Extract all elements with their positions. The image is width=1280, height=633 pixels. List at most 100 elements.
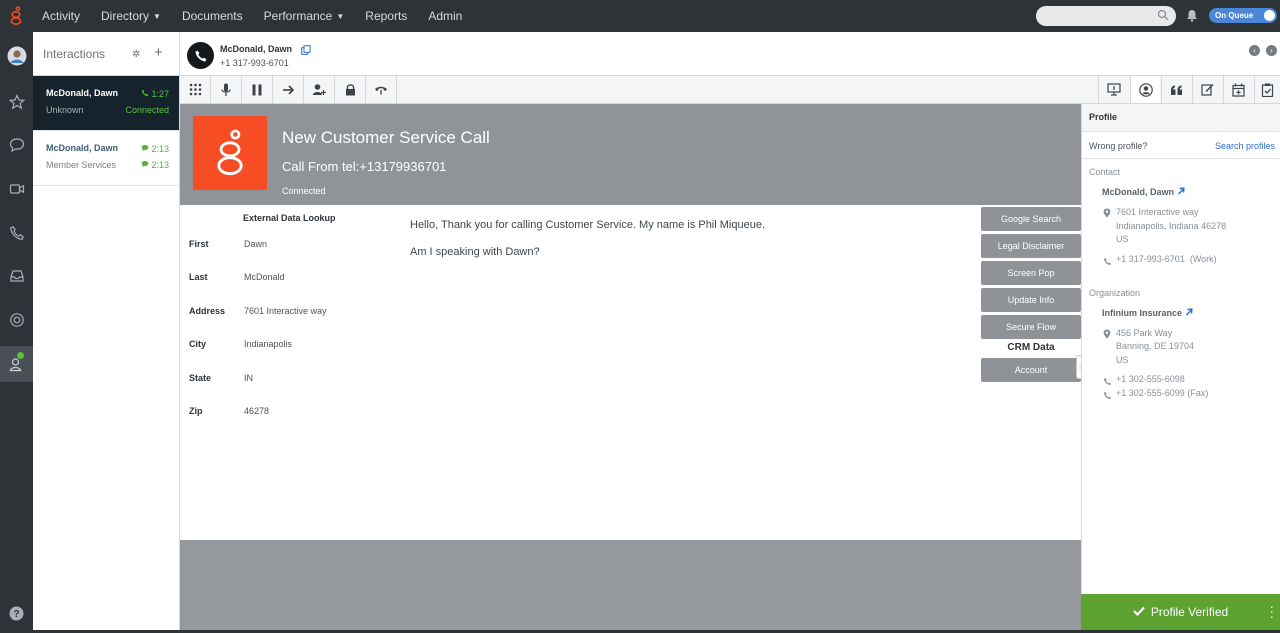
global-search-input[interactable] [1036,6,1176,26]
google-search-button[interactable]: Google Search [981,207,1081,231]
profile-panel: Profile Wrong profile? Search profiles C… [1081,104,1280,633]
interaction-card[interactable]: McDonald, Dawn Member Services 2:13 2:13 [33,131,179,186]
organization-name-link[interactable]: Infinium Insurance [1102,308,1193,318]
nav-activity[interactable]: Activity [42,9,80,23]
call-from: Call From tel:+13179936701 [282,159,447,174]
crm-data-label: CRM Data [1007,342,1055,353]
user-circle-icon [1138,82,1153,97]
phone-icon[interactable] [0,216,33,249]
external-link-arrow-icon [1185,308,1193,316]
wrap-up-button[interactable] [1254,76,1280,103]
search-profiles-link[interactable]: Search profiles [1215,141,1275,151]
org-address-line2: Banning, DE 19704 [1116,341,1195,351]
conversation-header: McDonald, Dawn +1 317-993-6701 ‹ › [180,36,1280,76]
account-button[interactable]: Account [981,358,1081,382]
script-area: New Customer Service Call Call From tel:… [180,104,1084,630]
disconnect-button[interactable] [366,76,397,103]
hangup-icon [375,86,387,94]
org-phone[interactable]: +1 302-555-6098 [1116,374,1185,384]
contact-address-line1: 7601 Interactive way [1116,207,1199,217]
phone-icon [1103,389,1112,403]
caret-down-icon: ▼ [153,11,161,21]
update-info-button[interactable]: Update Info [981,288,1081,312]
secure-flow-button[interactable]: Secure Flow [981,315,1081,339]
interaction-status: 2:13 [151,160,169,170]
nav-reports[interactable]: Reports [365,9,407,23]
caret-down-icon: ▼ [336,11,345,21]
dialpad-icon [189,83,201,96]
interactions-panel: Interactions ✲ + McDonald, Dawn Unknown … [33,32,180,633]
interaction-timer: 1:27 [151,89,169,99]
nav-admin[interactable]: Admin [428,9,462,23]
script-body: External Data Lookup First Dawn Last McD… [180,205,1084,540]
favorites-star-icon[interactable] [0,85,33,118]
profile-verified-button[interactable]: Profile Verified · · · [1081,594,1280,630]
external-link-arrow-icon [1177,187,1185,195]
org-fax[interactable]: +1 302-555-6099 (Fax) [1116,388,1208,398]
support-lifebuoy-icon[interactable] [0,303,33,336]
calendar-add-icon [1232,83,1245,97]
interaction-card-active[interactable]: McDonald, Dawn Unknown 1:27 Connected [33,76,179,131]
contact-section-label: Contact [1089,167,1121,177]
user-avatar[interactable] [0,39,33,72]
consult-button[interactable] [304,76,335,103]
more-vertical-icon[interactable]: · · · [1269,599,1274,623]
script-question-text: Am I speaking with Dawn? [410,246,540,258]
inbox-tray-icon[interactable] [0,259,33,292]
on-queue-toggle[interactable]: On Queue [1209,8,1277,23]
interaction-status: Connected [125,105,169,115]
phone-icon [1103,375,1112,389]
legal-disclaimer-button[interactable]: Legal Disclaimer [981,234,1081,258]
video-camera-icon[interactable] [0,172,33,205]
org-address-line3: US [1116,355,1129,365]
help-question-icon[interactable]: ? [0,597,33,630]
secure-pause-button[interactable] [335,76,366,103]
copy-icon[interactable] [301,44,311,58]
add-person-icon [312,84,326,95]
dialpad-button[interactable] [180,76,211,103]
edit-note-icon [1201,84,1214,96]
settings-gear-icon[interactable]: ✲ [132,49,140,60]
contacts-agent-icon[interactable] [0,346,33,382]
location-pin-icon [1103,207,1111,221]
check-icon [1133,605,1145,619]
svg-text:?: ? [13,609,19,620]
contact-name-link[interactable]: McDonald, Dawn [1102,187,1185,197]
external-data-title: External Data Lookup [243,213,336,223]
hold-button[interactable] [242,76,273,103]
profile-panel-button[interactable] [1130,76,1160,103]
screen-pop-button[interactable]: Screen Pop [981,261,1081,285]
chat-bubble-icon[interactable] [0,128,33,161]
left-rail: ? [0,32,33,633]
contact-phone[interactable]: +1 317-993-6701 (Work) [1116,254,1217,264]
script-greeting-text: Hello, Thank you for calling Customer Se… [410,219,766,231]
script-banner: New Customer Service Call Call From tel:… [180,104,1081,205]
add-plus-icon[interactable]: + [154,44,163,61]
search-icon[interactable] [1157,9,1169,24]
mute-button[interactable] [211,76,242,103]
call-toolbar [180,76,1280,104]
nav-performance[interactable]: Performance ▼ [264,9,345,23]
org-address-line1: 456 Park Way [1116,328,1173,338]
wrong-profile-row: Wrong profile? Search profiles [1082,132,1280,159]
nav-documents[interactable]: Documents [182,9,243,23]
screen-share-button[interactable] [1098,76,1128,103]
call-status: Connected [282,186,326,196]
next-arrow-icon[interactable]: › [1266,45,1277,56]
scripts-button[interactable] [1161,76,1191,103]
genesys-logo-icon[interactable] [0,0,32,32]
notifications-bell-icon[interactable] [1186,9,1198,25]
nav-directory[interactable]: Directory ▼ [101,9,161,23]
interactions-header: Interactions ✲ + [33,32,179,76]
previous-arrow-icon[interactable]: ‹ [1249,45,1260,56]
chat-icon [141,144,152,154]
arrow-right-icon [282,84,294,95]
avatar-icon [7,46,26,65]
schedule-callback-button[interactable] [1223,76,1253,103]
quote-icon [1171,85,1182,95]
transfer-button[interactable] [273,76,304,103]
monitor-icon [1106,83,1121,96]
participant-phone: +1 317-993-6701 [220,58,289,68]
notes-button[interactable] [1192,76,1222,103]
organization-section-label: Organization [1089,288,1141,298]
